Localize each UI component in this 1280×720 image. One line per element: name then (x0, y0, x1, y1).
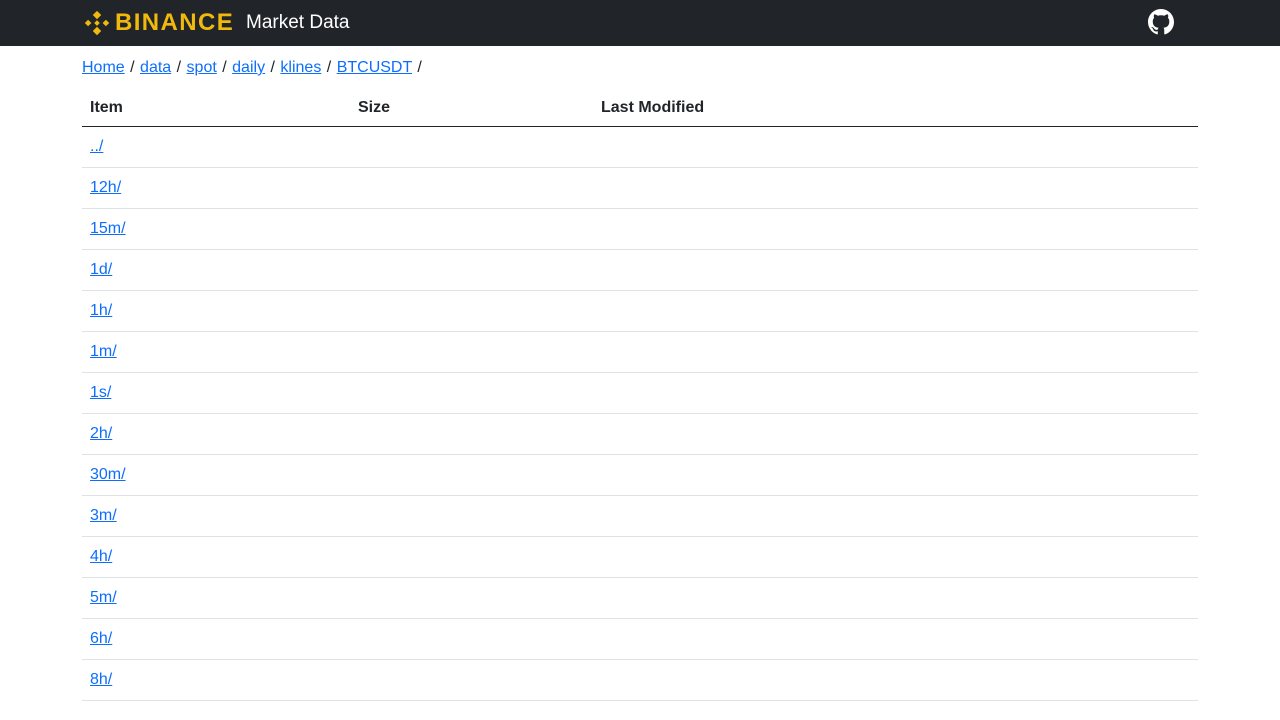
folder-link[interactable]: 1s/ (90, 384, 111, 401)
table-row: 4h/ (82, 536, 1198, 578)
table-row: ../ (82, 126, 1198, 168)
size-cell (350, 290, 593, 332)
main-content: Home / data / spot / daily / klines / BT… (82, 46, 1198, 701)
breadcrumb-klines[interactable]: klines (280, 59, 321, 76)
size-cell (350, 659, 593, 701)
header-size: Size (350, 90, 593, 127)
size-cell (350, 536, 593, 578)
table-row: 1h/ (82, 290, 1198, 332)
breadcrumb-btcusdt[interactable]: BTCUSDT (337, 59, 412, 76)
table-row: 5m/ (82, 577, 1198, 619)
brand-wordmark: BINANCE (115, 9, 235, 36)
header-last-modified: Last Modified (593, 90, 1198, 127)
breadcrumb-daily[interactable]: daily (232, 59, 265, 76)
size-cell (350, 577, 593, 619)
modified-cell (593, 208, 1198, 250)
size-cell (350, 126, 593, 168)
modified-cell (593, 495, 1198, 537)
breadcrumb-spot[interactable]: spot (187, 59, 217, 76)
modified-cell (593, 249, 1198, 291)
size-cell (350, 167, 593, 209)
breadcrumb-home[interactable]: Home (82, 59, 125, 76)
modified-cell (593, 618, 1198, 660)
modified-cell (593, 126, 1198, 168)
modified-cell (593, 536, 1198, 578)
breadcrumb-separator: / (130, 59, 135, 76)
table-header-row: Item Size Last Modified (82, 90, 1198, 127)
table-row: 15m/ (82, 208, 1198, 250)
size-cell (350, 372, 593, 414)
breadcrumb-separator: / (417, 59, 422, 76)
folder-link[interactable]: 12h/ (90, 179, 121, 196)
binance-logo-icon (84, 10, 110, 36)
top-navbar: BINANCE Market Data (0, 0, 1280, 46)
folder-link[interactable]: ../ (90, 138, 103, 155)
folder-link[interactable]: 8h/ (90, 671, 112, 688)
modified-cell (593, 659, 1198, 701)
folder-link[interactable]: 5m/ (90, 589, 117, 606)
github-icon[interactable] (1148, 9, 1174, 35)
table-row: 2h/ (82, 413, 1198, 455)
folder-link[interactable]: 3m/ (90, 507, 117, 524)
breadcrumb-separator: / (222, 59, 227, 76)
size-cell (350, 413, 593, 455)
size-cell (350, 454, 593, 496)
binance-brand-link[interactable]: BINANCE (82, 7, 234, 39)
size-cell (350, 331, 593, 373)
breadcrumb: Home / data / spot / daily / klines / BT… (82, 46, 1198, 90)
breadcrumb-separator: / (270, 59, 275, 76)
modified-cell (593, 331, 1198, 373)
header-item: Item (82, 90, 350, 127)
table-row: 8h/ (82, 659, 1198, 701)
breadcrumb-data[interactable]: data (140, 59, 171, 76)
size-cell (350, 208, 593, 250)
table-row: 1m/ (82, 331, 1198, 373)
modified-cell (593, 290, 1198, 332)
modified-cell (593, 167, 1198, 209)
folder-link[interactable]: 15m/ (90, 220, 126, 237)
file-listing-table: Item Size Last Modified ../ 12h/ 15m/ 1d… (82, 90, 1198, 701)
folder-link[interactable]: 4h/ (90, 548, 112, 565)
table-row: 6h/ (82, 618, 1198, 660)
folder-link[interactable]: 1d/ (90, 261, 112, 278)
navbar-title: Market Data (246, 12, 350, 33)
table-row: 3m/ (82, 495, 1198, 537)
modified-cell (593, 454, 1198, 496)
table-row: 12h/ (82, 167, 1198, 209)
breadcrumb-separator: / (326, 59, 332, 76)
breadcrumb-separator: / (176, 59, 182, 76)
modified-cell (593, 372, 1198, 414)
folder-link[interactable]: 6h/ (90, 630, 112, 647)
size-cell (350, 495, 593, 537)
table-row: 1s/ (82, 372, 1198, 414)
size-cell (350, 249, 593, 291)
folder-link[interactable]: 30m/ (90, 466, 126, 483)
folder-link[interactable]: 1m/ (90, 343, 117, 360)
table-row: 1d/ (82, 249, 1198, 291)
folder-link[interactable]: 2h/ (90, 425, 112, 442)
modified-cell (593, 413, 1198, 455)
table-row: 30m/ (82, 454, 1198, 496)
folder-link[interactable]: 1h/ (90, 302, 112, 319)
modified-cell (593, 577, 1198, 619)
size-cell (350, 618, 593, 660)
